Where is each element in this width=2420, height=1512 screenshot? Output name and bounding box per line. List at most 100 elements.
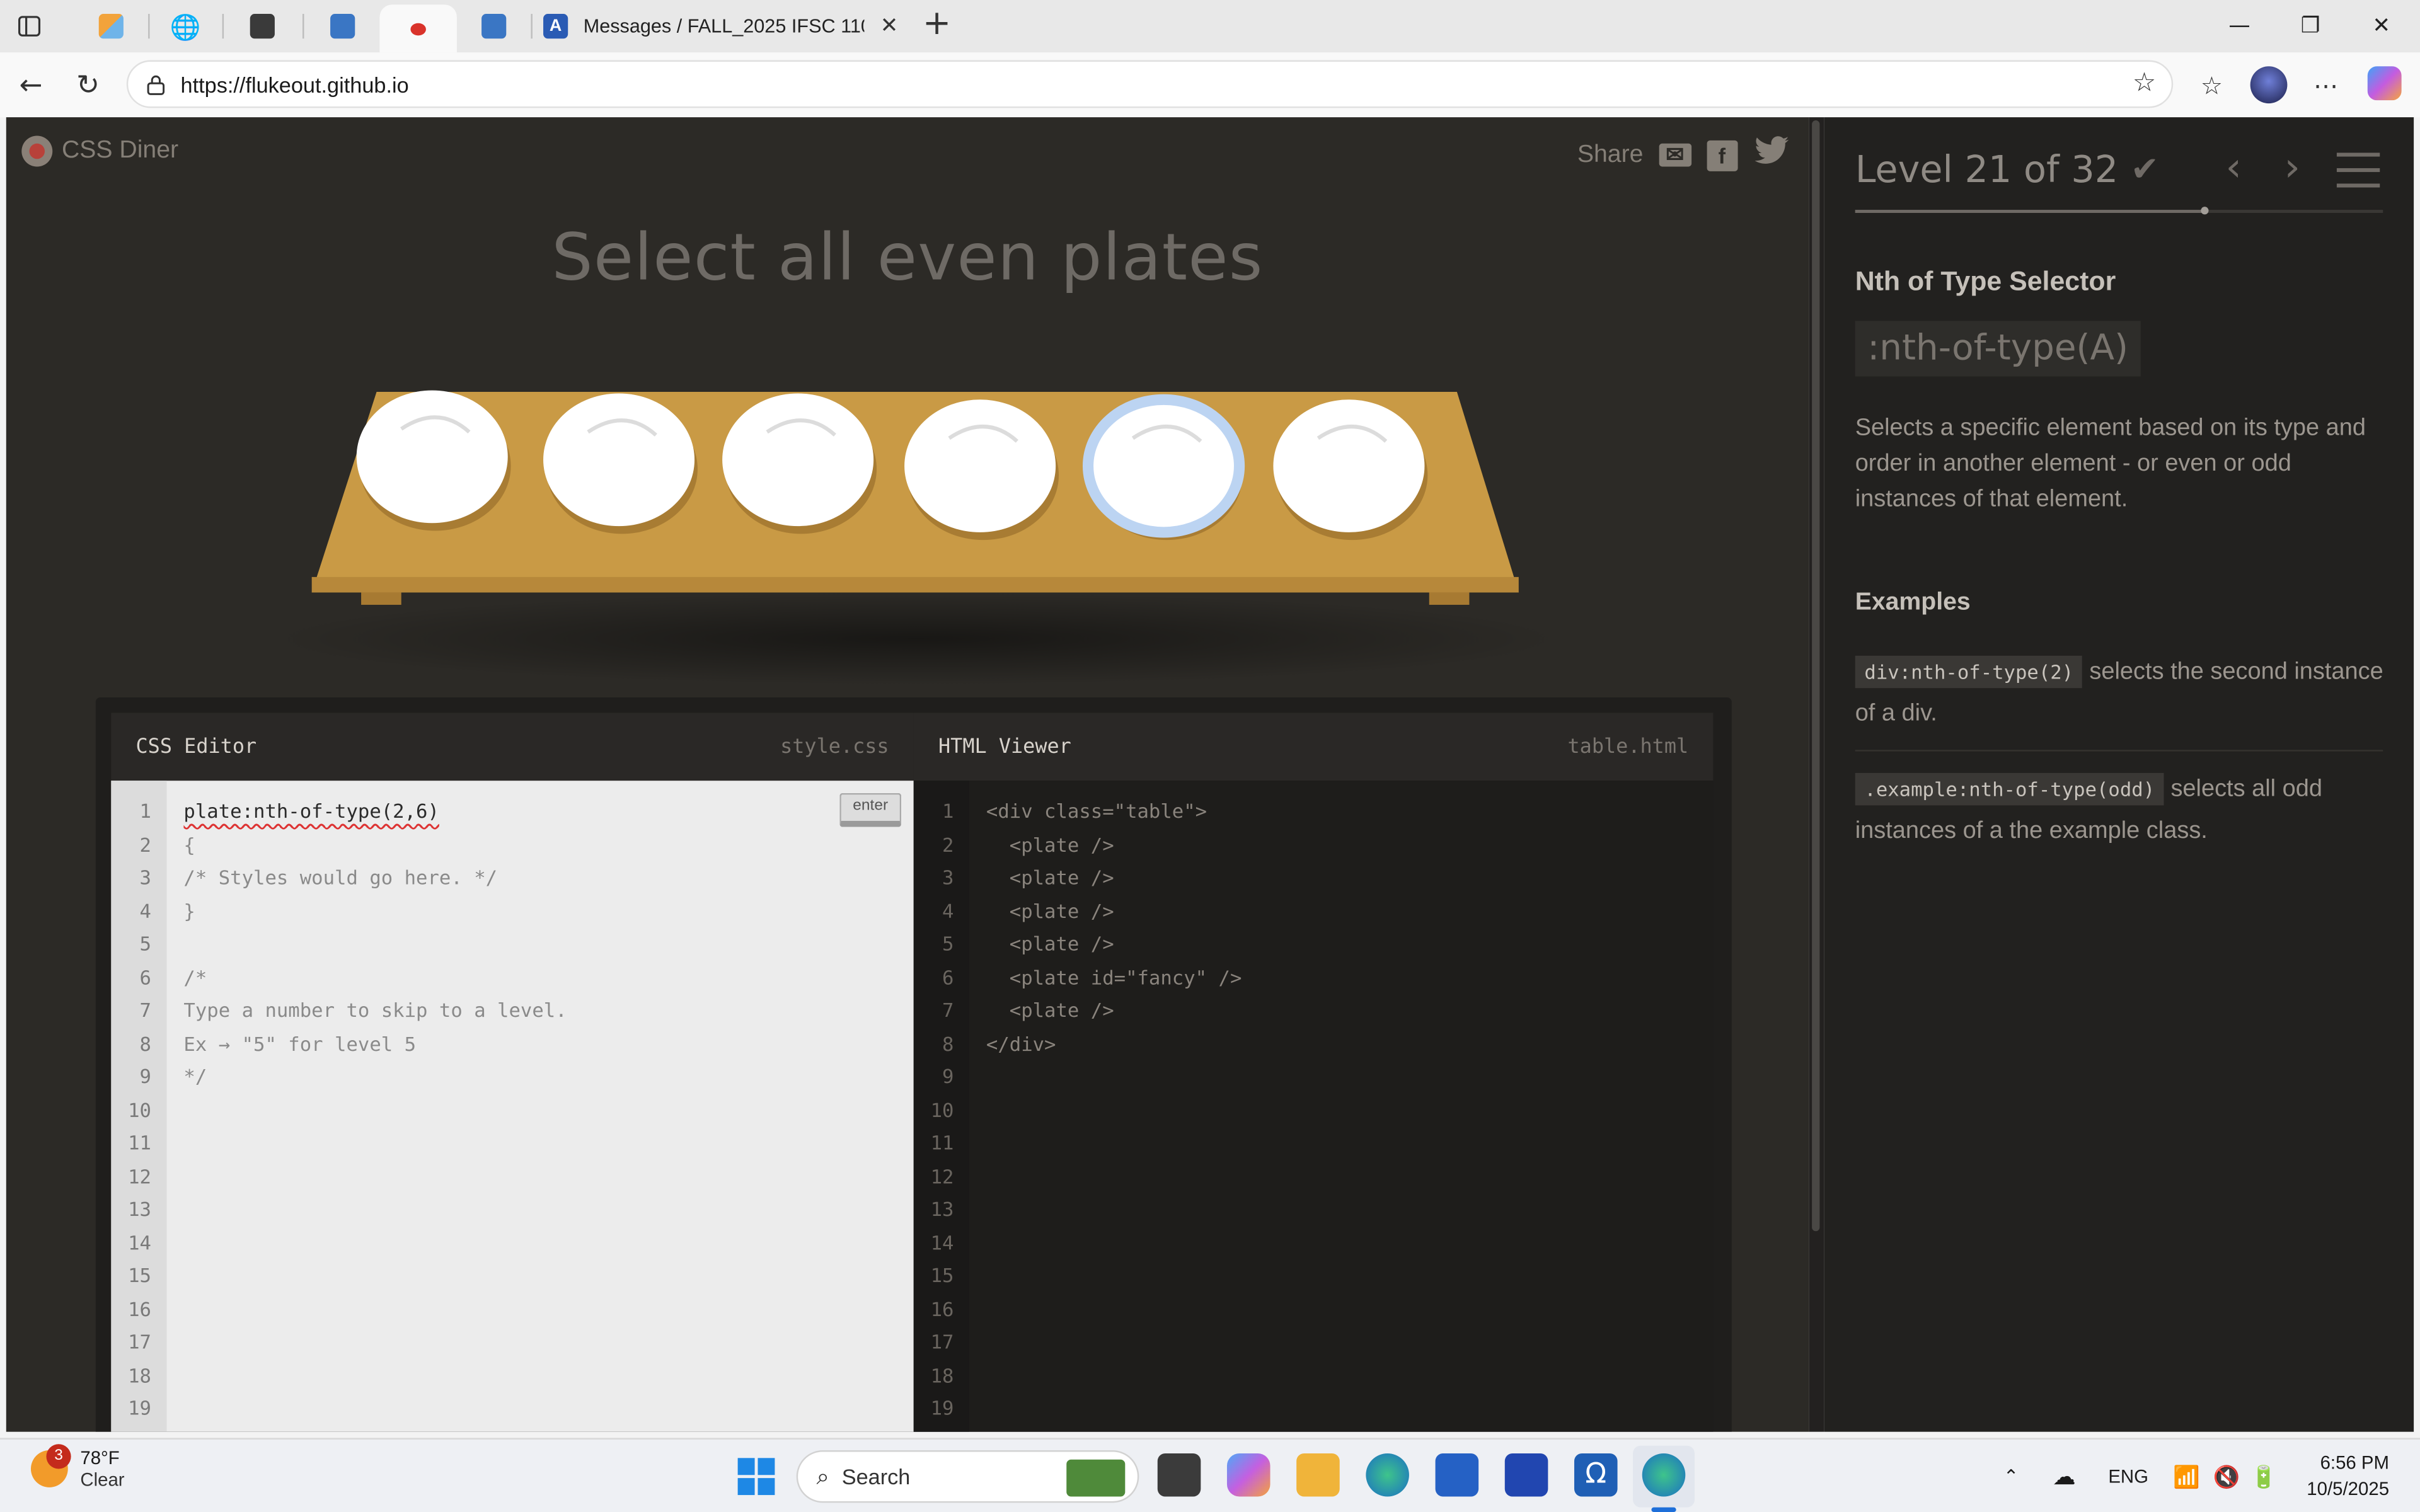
line-number: 8 [139, 1031, 152, 1055]
battery-icon[interactable]: 🔋 [2250, 1440, 2278, 1512]
code-line: */ [183, 1064, 207, 1088]
share-bar: Share ✉ f [1577, 136, 1790, 175]
url-field[interactable]: https://flukeout.github.io ☆ [126, 60, 2174, 108]
file-explorer-icon[interactable] [1296, 1453, 1340, 1497]
app-icon[interactable] [1504, 1453, 1548, 1497]
search-placeholder: Search [841, 1464, 911, 1489]
tab-6[interactable] [463, 4, 525, 48]
tab-3[interactable] [231, 4, 293, 48]
new-tab-button[interactable]: + [923, 4, 951, 42]
start-icon[interactable] [737, 1458, 775, 1496]
tab-title: Messages / FALL_2025 IFSC 1100: [583, 15, 865, 37]
line-number: 9 [139, 1064, 152, 1088]
prev-level-icon[interactable]: ‹ [2225, 145, 2241, 191]
restore-icon[interactable]: ❐ [2275, 0, 2346, 52]
twitter-icon[interactable] [1753, 136, 1790, 175]
line-number: 4 [139, 898, 152, 922]
minimize-icon[interactable]: — [2204, 0, 2275, 52]
facebook-icon[interactable]: f [1706, 139, 1737, 171]
line-number: 2 [942, 832, 954, 856]
copilot-app-icon[interactable] [1226, 1453, 1270, 1497]
logo[interactable]: CSS Diner [21, 135, 178, 167]
onedrive-icon[interactable]: ☁ [2053, 1440, 2076, 1512]
html-viewer-header: HTML Viewer table.html [913, 713, 1714, 781]
canvas-icon: A [543, 14, 568, 39]
check-icon: ✔ [2130, 150, 2159, 190]
edge-active-icon[interactable] [1642, 1453, 1686, 1497]
code-line: } [183, 898, 195, 922]
omega-app-icon[interactable]: Ω [1574, 1453, 1618, 1497]
taskbar-search[interactable]: ⌕ Search [796, 1450, 1139, 1503]
profile-avatar[interactable] [2250, 66, 2288, 104]
tab-css-diner[interactable] [379, 4, 457, 53]
app-icon [481, 14, 507, 39]
store-icon[interactable] [1435, 1453, 1479, 1497]
close-window-icon[interactable]: ✕ [2346, 0, 2417, 52]
clock[interactable]: 6:56 PM 10/5/2025 [2293, 1450, 2389, 1503]
code-line: </div> [986, 1031, 1056, 1055]
example-1: div:nth-of-type(2) selects the second in… [1855, 651, 2388, 734]
line-number: 15 [930, 1263, 954, 1287]
line-number: 12 [128, 1164, 152, 1188]
scrollbar-thumb[interactable] [1812, 120, 1820, 1232]
code-line: Ex → "5" for level 5 [183, 1031, 417, 1055]
line-number: 7 [139, 998, 152, 1022]
html-line-numbers: 1 2 3 4 5 6 7 8 9 10 11 12 13 14 15 16 17 18 19 [913, 781, 969, 1432]
volume-muted-icon[interactable]: 🔇 [2213, 1440, 2240, 1512]
language-indicator[interactable]: ENG [2108, 1440, 2148, 1512]
html-code: <div class="table"> <plate /> <plate /> … [986, 794, 1242, 1424]
code-line: Type a number to skip to a level. [183, 998, 567, 1022]
line-number: 10 [128, 1097, 152, 1121]
copilot-icon[interactable] [2367, 66, 2402, 101]
level-indicator: Level 21 of 32 [1855, 148, 2119, 192]
sidebar-toggle-icon[interactable] [15, 13, 43, 40]
selector-syntax: :nth-of-type(A) [1855, 321, 2141, 377]
css-editor-title: CSS Editor [135, 735, 257, 759]
css-editor[interactable]: 1 2 3 4 5 6 7 8 9 10 11 12 13 14 15 16 17 18 19 plate:nth-… [111, 781, 914, 1432]
line-number: 7 [942, 998, 954, 1022]
close-tab-icon[interactable]: ✕ [880, 14, 899, 38]
tab-messages[interactable]: A Messages / FALL_2025 IFSC 1100: ✕ [540, 4, 908, 48]
line-number: 17 [930, 1330, 954, 1353]
code-line: <plate /> [986, 865, 1114, 889]
tab-4[interactable] [312, 4, 374, 48]
back-icon[interactable]: ← [14, 68, 48, 102]
code-line: <plate /> [986, 898, 1114, 922]
next-level-icon[interactable]: › [2285, 145, 2300, 191]
refresh-icon[interactable]: ↻ [71, 68, 105, 102]
line-number: 18 [128, 1363, 152, 1387]
line-number: 13 [930, 1197, 954, 1221]
level-menu-icon[interactable] [2336, 151, 2380, 195]
html-file-name: table.html [1567, 735, 1689, 759]
favorite-star-icon[interactable]: ☆ [2133, 68, 2156, 99]
search-highlight-icon [1066, 1459, 1126, 1497]
taskbar: 3 78°F Clear ⌕ Search Ω ⌃ ☁ ENG 📶 🔇 🔋 6:… [0, 1438, 2420, 1512]
line-number: 19 [930, 1396, 954, 1420]
css-input[interactable]: plate:nth-of-type(2,6) [183, 794, 567, 828]
favorites-icon[interactable]: ☆ [2194, 68, 2228, 102]
tab-2[interactable]: 🌐 [158, 4, 213, 48]
tray-overflow-icon[interactable]: ⌃ [2003, 1440, 2019, 1512]
task-view-icon[interactable] [1157, 1453, 1201, 1497]
scrollbar[interactable] [1809, 117, 1824, 1432]
enter-button[interactable]: enter [839, 793, 902, 827]
edge-icon[interactable] [1366, 1453, 1409, 1497]
weather-badge: 3 [46, 1444, 71, 1469]
plate-fancy[interactable] [1082, 394, 1245, 541]
css-code: plate:nth-of-type(2,6) {/* Styles would … [183, 794, 567, 1424]
wifi-icon[interactable]: 📶 [2173, 1440, 2200, 1512]
tab-1[interactable] [83, 4, 139, 48]
more-options-icon[interactable]: ⋯ [2309, 68, 2343, 102]
email-icon[interactable]: ✉ [1658, 142, 1691, 167]
weather-widget[interactable]: 3 78°F Clear [30, 1444, 125, 1491]
